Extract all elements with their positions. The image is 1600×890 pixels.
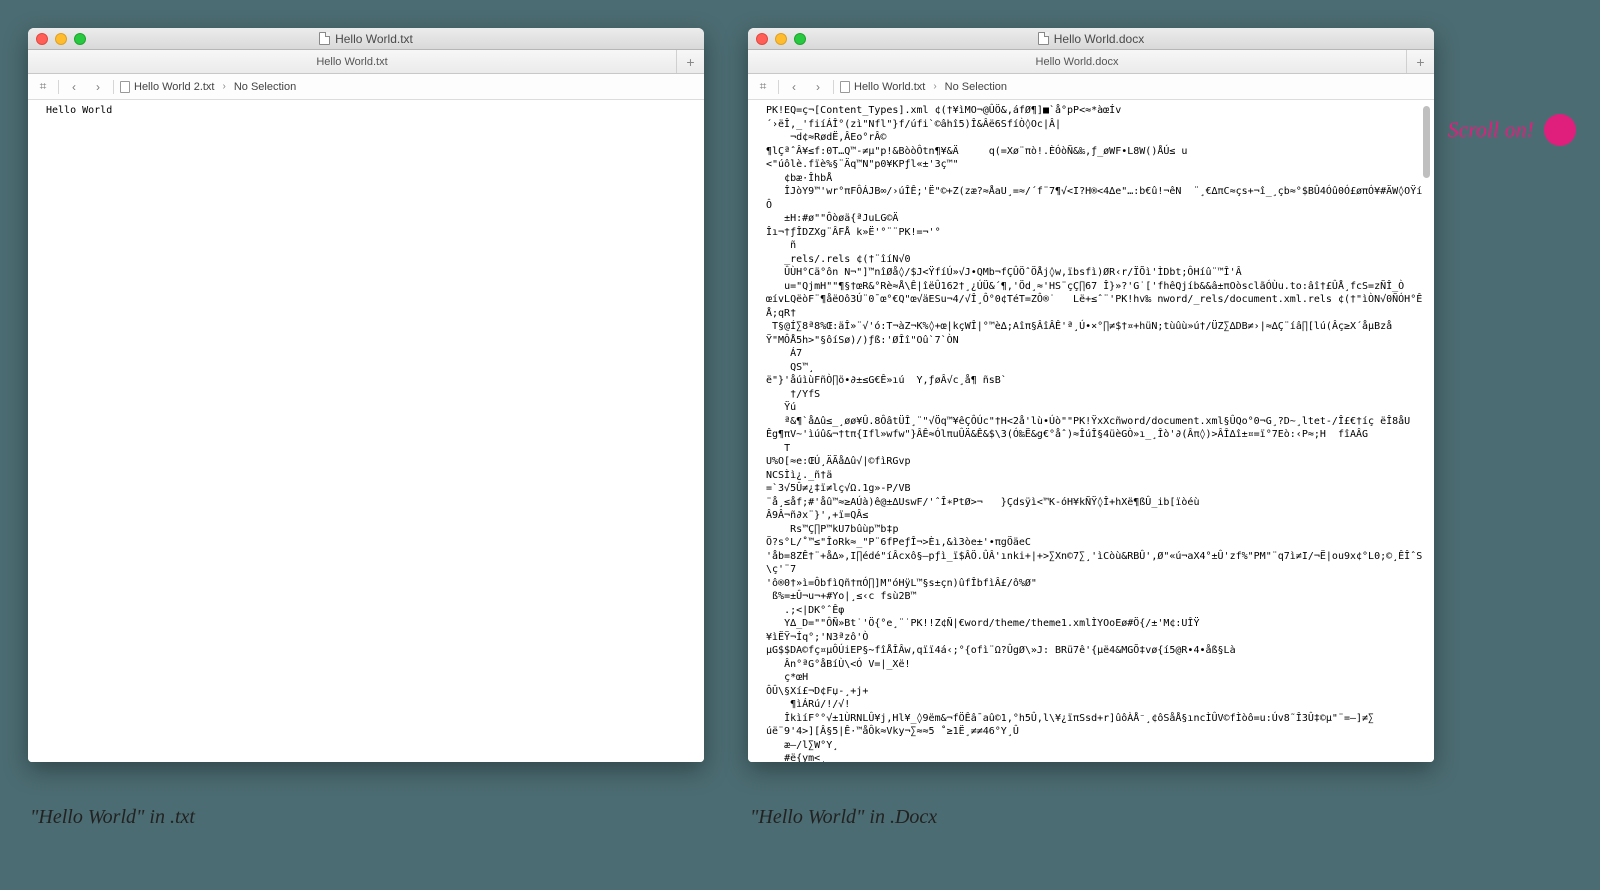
scrollbar-thumb[interactable] bbox=[1423, 106, 1430, 178]
related-items-icon[interactable]: ⌗ bbox=[754, 78, 772, 96]
minimize-icon[interactable] bbox=[55, 33, 67, 45]
tab-add-button[interactable]: + bbox=[676, 50, 704, 73]
caption-right: "Hello World" in .Docx bbox=[750, 806, 937, 829]
maximize-icon[interactable] bbox=[794, 33, 806, 45]
traffic-lights bbox=[36, 33, 86, 45]
path-segment-file[interactable]: Hello World.txt bbox=[840, 81, 925, 93]
related-items-icon[interactable]: ⌗ bbox=[34, 78, 52, 96]
text-content[interactable]: Hello World bbox=[28, 100, 704, 762]
editor-window-txt: Hello World.txt Hello World.txt + ⌗ ‹ › … bbox=[28, 28, 704, 762]
annotation-label: Scroll on! bbox=[1447, 117, 1534, 143]
titlebar[interactable]: Hello World.docx bbox=[748, 28, 1434, 50]
annotation-scroll-on: Scroll on! bbox=[1447, 114, 1576, 146]
close-icon[interactable] bbox=[756, 33, 768, 45]
document-icon bbox=[840, 81, 850, 93]
tab-active[interactable]: Hello World.docx bbox=[748, 50, 1406, 73]
path-file-label: Hello World.txt bbox=[854, 81, 925, 93]
window-title: Hello World.txt bbox=[28, 32, 704, 46]
document-icon bbox=[120, 81, 130, 93]
text-content[interactable]: PK!EQ=ç¬[Content_Types].xml ¢(†¥ìMO¬@ÛÖ&… bbox=[748, 100, 1434, 762]
close-icon[interactable] bbox=[36, 33, 48, 45]
chevron-right-icon: › bbox=[221, 81, 228, 92]
document-icon bbox=[319, 32, 330, 45]
back-button[interactable]: ‹ bbox=[65, 78, 83, 96]
tab-add-button[interactable]: + bbox=[1406, 50, 1434, 73]
tab-active[interactable]: Hello World.txt bbox=[28, 50, 676, 73]
tab-label: Hello World.txt bbox=[316, 56, 387, 68]
chevron-right-icon: › bbox=[931, 81, 938, 92]
editor-window-docx: Hello World.docx Hello World.docx + ⌗ ‹ … bbox=[748, 28, 1434, 762]
caption-left: "Hello World" in .txt bbox=[30, 806, 195, 829]
path-segment-file[interactable]: Hello World 2.txt bbox=[120, 81, 215, 93]
tab-label: Hello World.docx bbox=[1036, 56, 1119, 68]
back-button[interactable]: ‹ bbox=[785, 78, 803, 96]
path-selection-label[interactable]: No Selection bbox=[234, 81, 296, 93]
maximize-icon[interactable] bbox=[74, 33, 86, 45]
forward-button[interactable]: › bbox=[89, 78, 107, 96]
titlebar[interactable]: Hello World.txt bbox=[28, 28, 704, 50]
path-selection-label[interactable]: No Selection bbox=[945, 81, 1007, 93]
path-bar: ⌗ ‹ › Hello World 2.txt › No Selection bbox=[28, 74, 704, 100]
traffic-lights bbox=[756, 33, 806, 45]
tab-bar: Hello World.txt + bbox=[28, 50, 704, 74]
annotation-dot-icon bbox=[1544, 114, 1576, 146]
window-title-text: Hello World.docx bbox=[1054, 32, 1144, 46]
path-bar: ⌗ ‹ › Hello World.txt › No Selection bbox=[748, 74, 1434, 100]
forward-button[interactable]: › bbox=[809, 78, 827, 96]
window-title: Hello World.docx bbox=[748, 32, 1434, 46]
path-file-label: Hello World 2.txt bbox=[134, 81, 215, 93]
window-title-text: Hello World.txt bbox=[335, 32, 413, 46]
document-icon bbox=[1038, 32, 1049, 45]
tab-bar: Hello World.docx + bbox=[748, 50, 1434, 74]
minimize-icon[interactable] bbox=[775, 33, 787, 45]
